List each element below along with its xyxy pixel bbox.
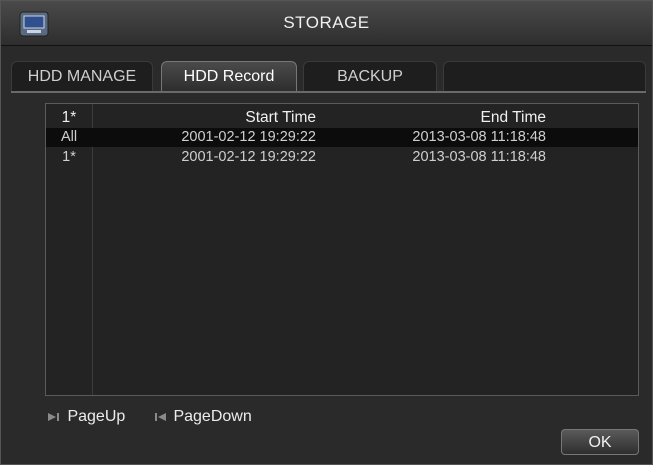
table-row[interactable]: 1* 2001-02-12 19:29:22 2013-03-08 11:18:… bbox=[46, 148, 638, 167]
table-row[interactable]: All 2001-02-12 19:29:22 2013-03-08 11:18… bbox=[46, 128, 638, 147]
tab-hdd-manage[interactable]: HDD MANAGE bbox=[11, 61, 153, 91]
header-disk: 1* bbox=[61, 109, 77, 126]
tab-hdd-record[interactable]: HDD Record bbox=[161, 61, 297, 91]
row-end-time: 2013-03-08 11:18:48 bbox=[412, 129, 546, 145]
record-table: 1* Start Time End Time All 2001-02-12 19… bbox=[45, 103, 639, 396]
window-title: STORAGE bbox=[283, 13, 370, 32]
row-start-time: 2001-02-12 19:29:22 bbox=[181, 149, 316, 165]
ok-button[interactable]: OK bbox=[561, 429, 639, 455]
row-disk: 1* bbox=[62, 149, 76, 165]
page-down-icon bbox=[153, 408, 173, 425]
tab-bar: HDD MANAGE HDD Record BACKUP bbox=[11, 59, 646, 93]
storage-dialog: STORAGE HDD MANAGE HDD Record BACKUP 1* … bbox=[0, 0, 653, 465]
page-up-label: PageUp bbox=[67, 408, 126, 425]
header-end-time: End Time bbox=[480, 109, 546, 126]
page-down-button[interactable]: PageDown bbox=[153, 406, 252, 428]
page-down-label: PageDown bbox=[173, 408, 252, 425]
table-header-row: 1* Start Time End Time bbox=[46, 108, 638, 127]
row-end-time: 2013-03-08 11:18:48 bbox=[412, 149, 546, 165]
row-disk: All bbox=[60, 129, 78, 145]
tab-placeholder bbox=[443, 61, 646, 91]
header-start-time: Start Time bbox=[245, 109, 316, 126]
row-start-time: 2001-02-12 19:29:22 bbox=[181, 129, 316, 145]
page-up-button[interactable]: PageUp bbox=[47, 406, 125, 428]
tab-backup[interactable]: BACKUP bbox=[303, 61, 437, 91]
title-bar: STORAGE bbox=[1, 1, 652, 46]
page-up-icon bbox=[47, 408, 67, 425]
